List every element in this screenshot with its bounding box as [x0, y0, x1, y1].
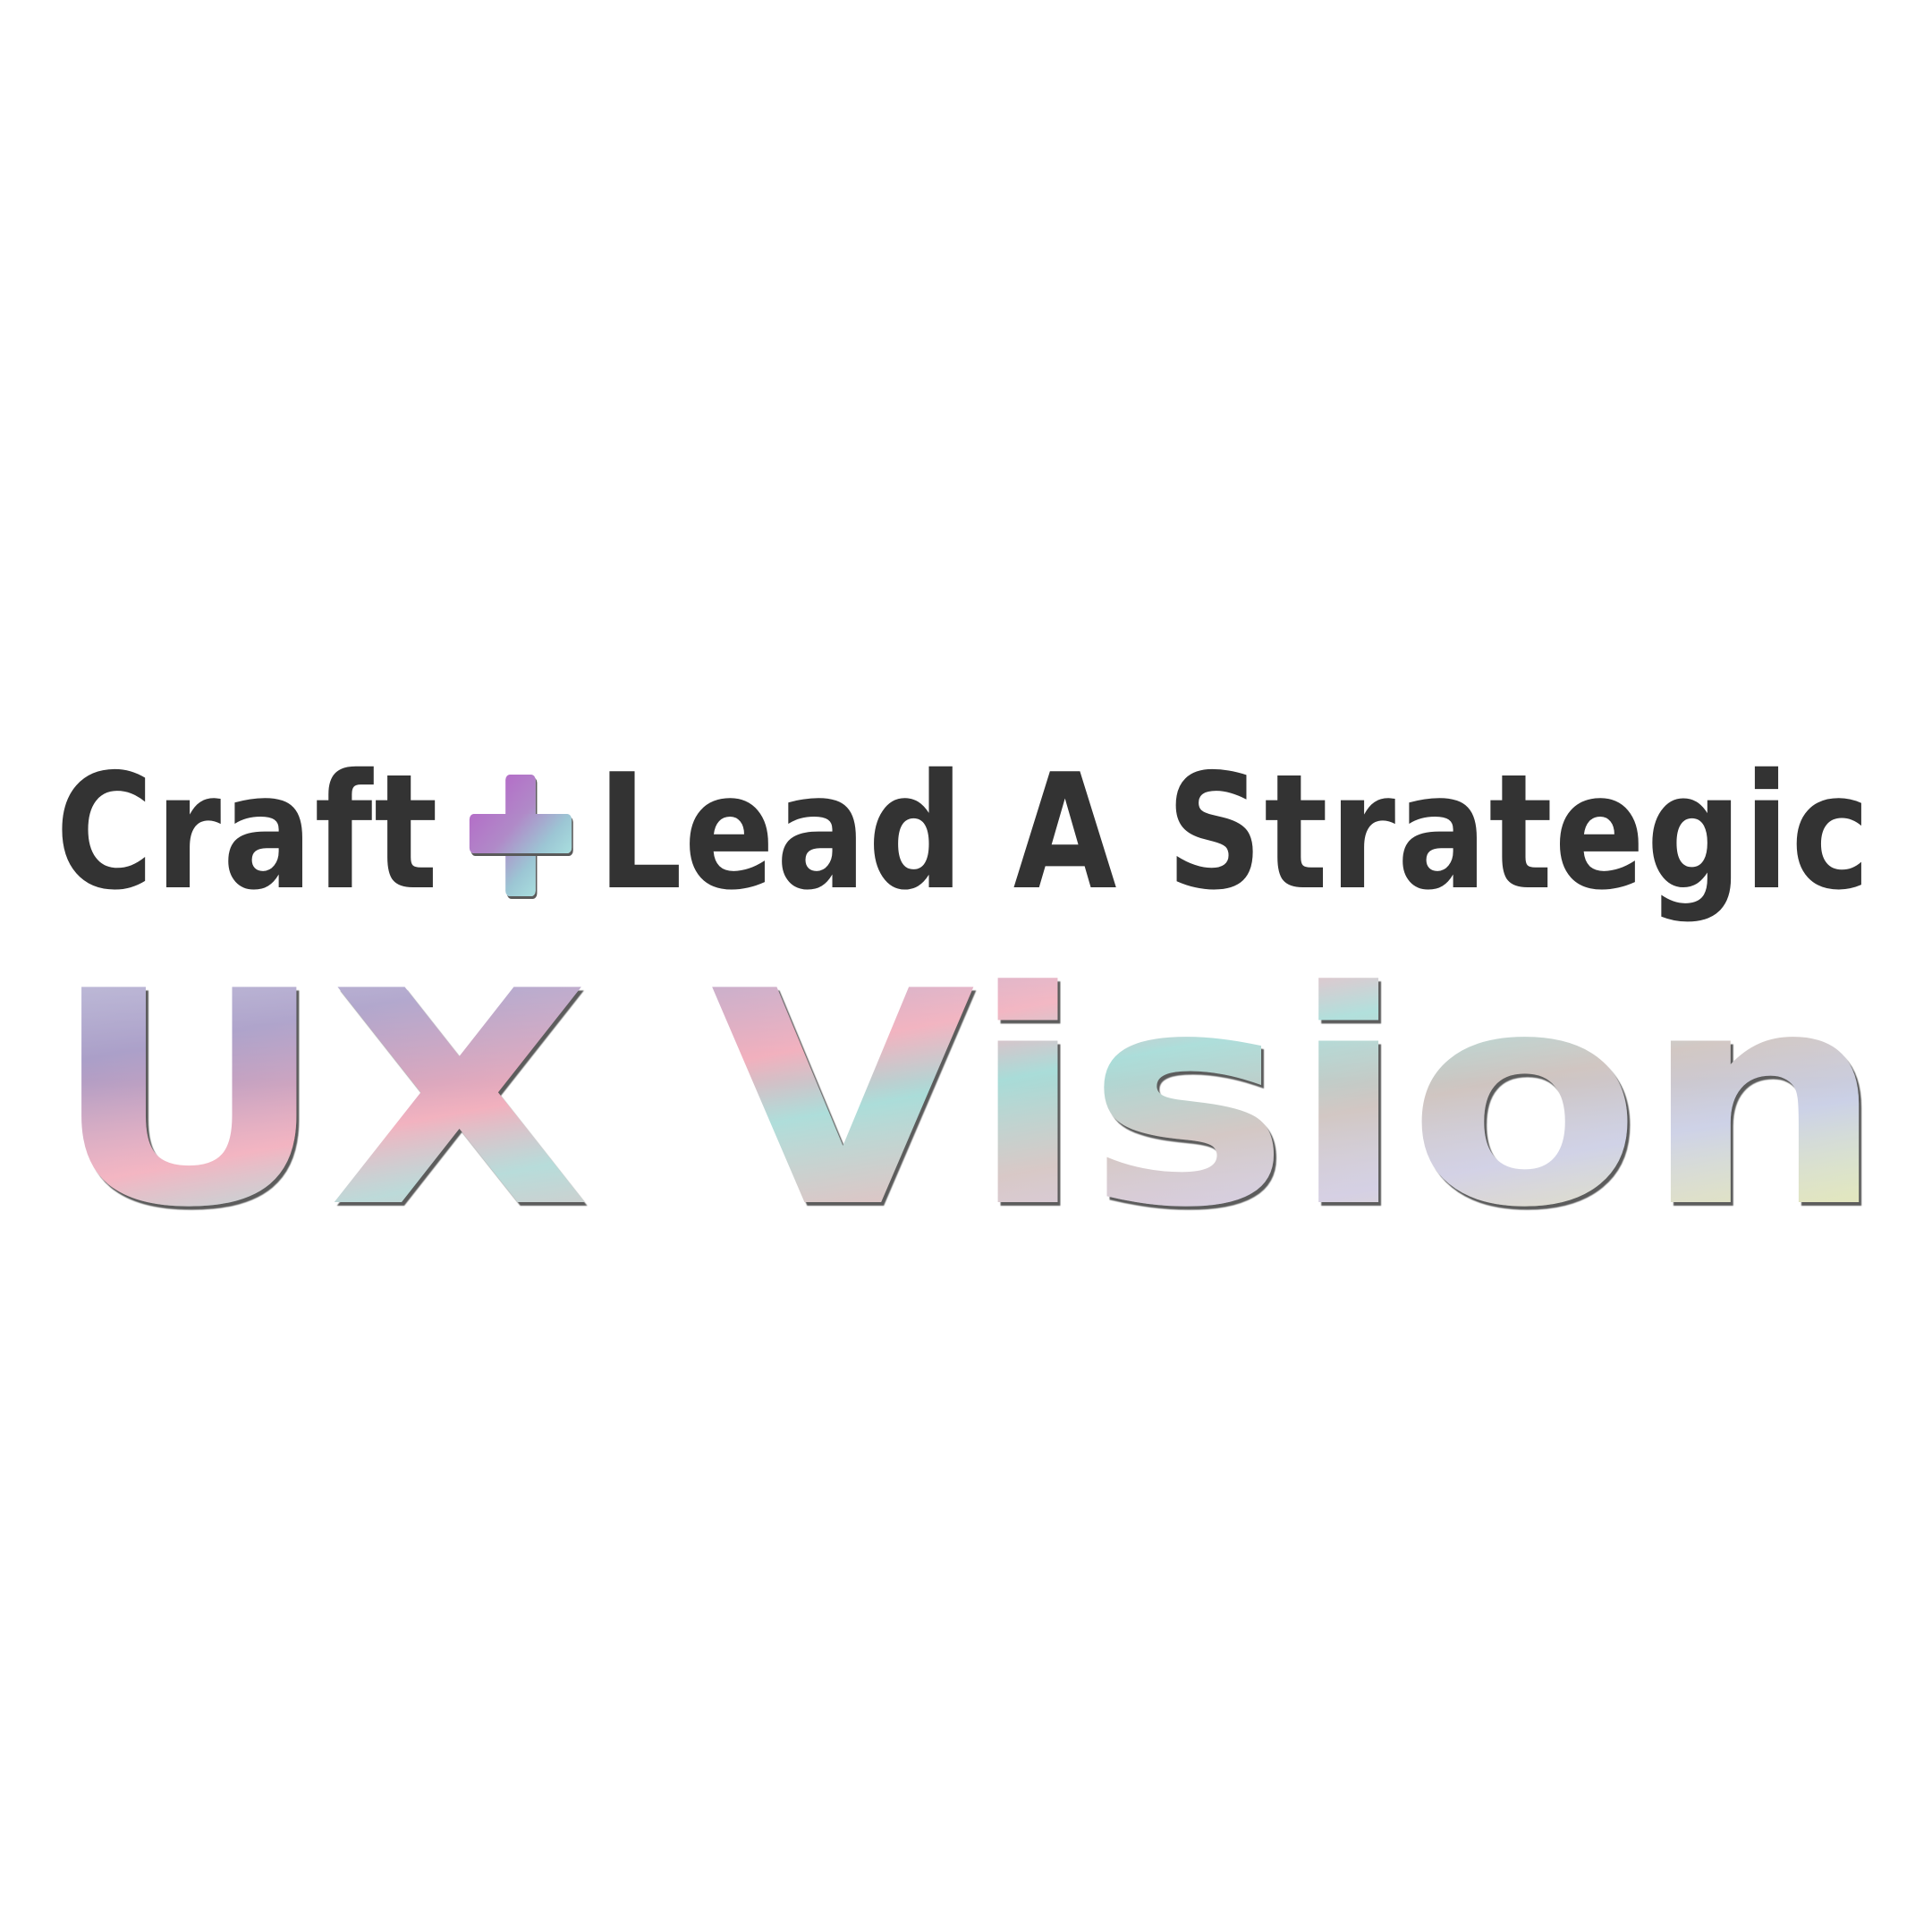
- headline-line-1: Craft Lead A Strategic: [55, 733, 1872, 930]
- ux-vision-sheen: UX Vision: [50, 932, 1885, 1227]
- headline-line-2: UX Vision UX Vision: [50, 932, 1893, 1227]
- headline: Craft Lead A Strategic UX Vision UX Visi…: [0, 698, 1932, 1270]
- headline-text-lead-a-strategic: Lead A Strategic: [597, 739, 1872, 925]
- holographic-title: UX Vision UX Vision: [50, 932, 1885, 1227]
- headline-word-craft: Craft: [55, 739, 440, 925]
- plus-icon: [469, 775, 572, 896]
- poster-canvas: Craft Lead A Strategic UX Vision UX Visi…: [0, 0, 1932, 1932]
